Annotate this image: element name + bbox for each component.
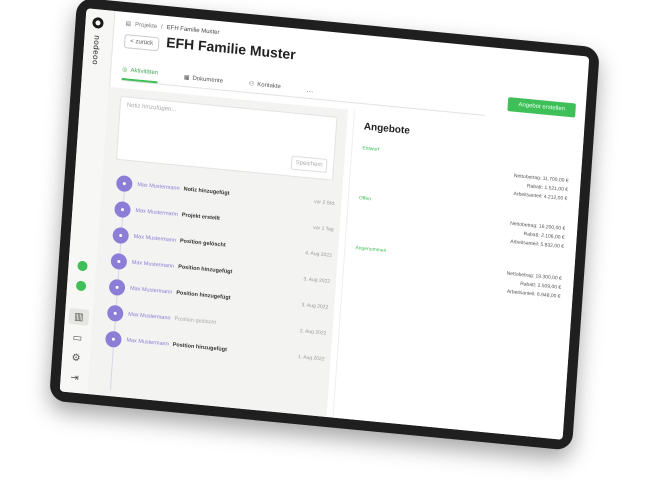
- user-avatar-icon: ●: [112, 226, 130, 245]
- main-content: ▤ Projekte / EFH Familie Muster < zurück…: [87, 11, 590, 440]
- timeline-action: Position gelöscht: [179, 238, 226, 249]
- user-avatar-icon: ●: [115, 174, 133, 193]
- tab-label: Aktivitäten: [130, 67, 159, 76]
- timeline-user[interactable]: Max Mustermann: [133, 234, 176, 244]
- activity-panel: Notiz hinzufügen... Speichern ● Max Must…: [87, 86, 349, 418]
- tab-activities[interactable]: ◎ Aktivitäten: [121, 65, 159, 84]
- offer-status-tag[interactable]: Entwurf: [362, 145, 379, 153]
- offer-summary[interactable]: Nettobetrag: 11.700,00 € Rabatt: 1.521,0…: [512, 172, 569, 204]
- back-button[interactable]: < zurück: [123, 34, 160, 52]
- offer-status-tag[interactable]: Offen: [359, 195, 372, 202]
- tab-contacts[interactable]: ⚇ Kontakte: [248, 80, 281, 95]
- tab-label: Kontakte: [257, 81, 282, 90]
- create-offer-button[interactable]: Angebot erstellen: [507, 97, 577, 118]
- timeline-user[interactable]: Max Mustermann: [137, 182, 180, 192]
- timeline-date: vor 1 Tag: [313, 224, 334, 233]
- tablet-frame: nodeoo ▥ ▭ ⚙ ⇥ ▤ Projekte / EFH Familie …: [49, 0, 600, 451]
- contacts-icon: ⚇: [248, 81, 255, 88]
- timeline-user[interactable]: Max Mustermann: [135, 208, 178, 218]
- user-avatar-icon: ●: [108, 278, 126, 297]
- timeline-action: Position hinzugefügt: [172, 341, 228, 354]
- breadcrumb-parent[interactable]: Projekte: [135, 22, 157, 30]
- status-dot-icon: [77, 260, 88, 272]
- offer-status-tag[interactable]: Angenommen: [355, 245, 386, 254]
- timeline-action: Position hinzugefügt: [177, 264, 233, 276]
- sidebar-item-settings[interactable]: ⚙: [70, 351, 83, 364]
- timeline-date: 3. Aug 2022: [303, 276, 331, 285]
- brand-name: nodeoo: [90, 34, 102, 66]
- timeline-date: vor 2 Std.: [313, 198, 336, 207]
- timeline-date: 2. Aug 2022: [299, 328, 327, 337]
- activity-icon: ◎: [122, 66, 128, 74]
- user-avatar-icon: ●: [110, 252, 128, 271]
- status-dot-icon: [75, 280, 87, 292]
- gear-icon: ⚙: [71, 351, 81, 364]
- user-avatar-icon: ●: [104, 330, 122, 349]
- app-screen: nodeoo ▥ ▭ ⚙ ⇥ ▤ Projekte / EFH Familie …: [59, 8, 590, 440]
- timeline-user[interactable]: Max Mustermann: [126, 338, 169, 348]
- sidebar-item-logout[interactable]: ⇥: [68, 371, 81, 384]
- offer-summary[interactable]: Nettobetrag: 19.300,00 € Rabatt: 2.509,0…: [505, 270, 562, 302]
- timeline-user[interactable]: Max Mustermann: [128, 312, 171, 322]
- tab-documents[interactable]: ▦ Dokumente: [183, 74, 224, 90]
- timeline-action: Position gelöscht: [174, 316, 217, 327]
- folder-icon: ▤: [125, 21, 132, 28]
- save-note-button[interactable]: Speichern: [290, 155, 328, 173]
- user-avatar-icon: ●: [113, 200, 132, 219]
- breadcrumb-separator: /: [160, 23, 163, 31]
- documents-icon: ▦: [183, 74, 190, 82]
- timeline-user[interactable]: Max Mustermann: [130, 286, 173, 296]
- user-avatar-icon: ●: [106, 304, 124, 323]
- timeline-date: 1. Aug 2022: [297, 354, 325, 363]
- sidebar-item-projects[interactable]: ▥: [68, 307, 90, 326]
- inbox-icon: ▭: [72, 331, 83, 344]
- logout-icon: ⇥: [70, 371, 80, 384]
- timeline-action: Position hinzugefügt: [176, 290, 231, 302]
- columns-icon: ▥: [73, 310, 85, 323]
- timeline-date: 4. Aug 2022: [304, 250, 333, 259]
- offers-panel: Angebote Entwurf Nettobetrag: 11.700,00 …: [332, 110, 585, 440]
- note-input[interactable]: Notiz hinzufügen... Speichern: [115, 95, 338, 181]
- more-tabs-button[interactable]: ...: [306, 85, 313, 99]
- timeline-action: Notiz hinzugefügt: [183, 186, 230, 197]
- tab-label: Dokumente: [192, 75, 224, 85]
- sidebar-item-documents[interactable]: ▭: [71, 331, 84, 344]
- offer-summary[interactable]: Nettobetrag: 16.200,00 € Rabatt: 2.106,0…: [509, 220, 566, 252]
- offers-title: Angebote: [363, 121, 411, 137]
- timeline-date: 3. Aug 2022: [301, 302, 329, 311]
- page-title: EFH Familie Muster: [165, 34, 297, 63]
- logo-icon: [92, 16, 104, 29]
- timeline-user[interactable]: Max Mustermann: [132, 260, 175, 270]
- note-placeholder: Notiz hinzufügen...: [126, 102, 177, 114]
- timeline-action: Projekt erstellt: [181, 212, 221, 222]
